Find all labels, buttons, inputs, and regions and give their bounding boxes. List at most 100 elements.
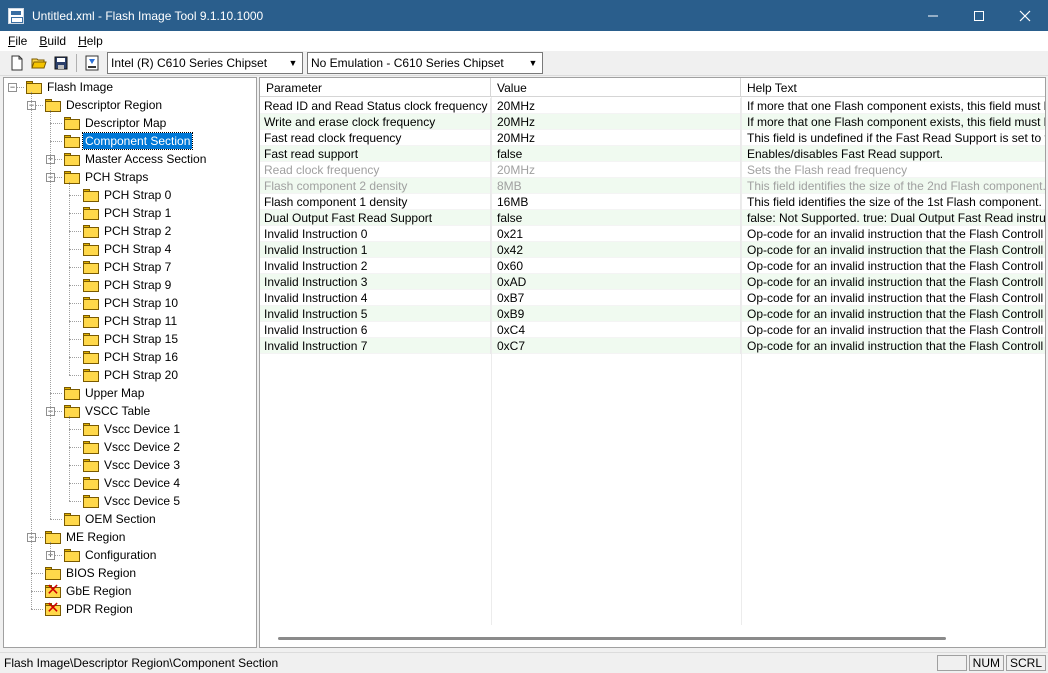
column-header-parameter[interactable]: Parameter	[260, 78, 491, 97]
folder-disabled-icon: ✕	[45, 599, 61, 617]
maximize-button[interactable]	[956, 0, 1002, 31]
chipset-select[interactable]: Intel (R) C610 Series Chipset ▼	[107, 52, 303, 74]
folder-icon	[83, 332, 99, 346]
tree-node-label: PCH Strap 15	[104, 332, 179, 346]
help-text-cell: Op-code for an invalid instruction that …	[747, 323, 1044, 337]
tree-node[interactable]: Master Access Section	[64, 150, 208, 168]
tree-node[interactable]: PCH Straps	[64, 168, 150, 186]
table-row[interactable]: Dual Output Fast Read Support false false:…	[260, 210, 1045, 226]
table-row[interactable]: Invalid Instruction 6 0xC4 Op-code for an …	[260, 322, 1045, 338]
value-cell[interactable]: 0xC4	[491, 322, 741, 338]
tree-node[interactable]: Vscc Device 5	[83, 492, 182, 510]
table-row[interactable]: Invalid Instruction 5 0xB9 Op-code for an …	[260, 306, 1045, 322]
tree-node[interactable]: Vscc Device 2	[83, 438, 182, 456]
close-button[interactable]	[1002, 0, 1048, 31]
value-cell[interactable]: 0xC7	[491, 338, 741, 354]
tree-node[interactable]: PCH Strap 15	[83, 330, 180, 348]
table-row[interactable]: Invalid Instruction 0 0x21 Op-code for an …	[260, 226, 1045, 242]
tree-connector	[31, 573, 43, 574]
tree-node[interactable]: ✕ GbE Region	[45, 582, 133, 600]
value-cell[interactable]: 20MHz	[491, 114, 741, 130]
tree-node[interactable]: VSCC Table	[64, 402, 152, 420]
table-row[interactable]: Flash component 1 density 16MB This field …	[260, 194, 1045, 210]
table-row[interactable]: Fast read support false Enables/disables F…	[260, 146, 1045, 162]
tree-node[interactable]: PCH Strap 9	[83, 276, 173, 294]
tree-node[interactable]: PCH Strap 2	[83, 222, 173, 240]
value-cell[interactable]: 20MHz	[491, 98, 741, 114]
tree-node[interactable]: OEM Section	[64, 510, 158, 528]
title-bar: Untitled.xml - Flash Image Tool 9.1.10.1…	[0, 0, 1048, 31]
tree-connector	[69, 195, 81, 196]
tree-node-label: Vscc Device 3	[104, 458, 181, 472]
help-text-cell: Op-code for an invalid instruction that …	[747, 307, 1044, 321]
value-cell[interactable]: 20MHz	[491, 130, 741, 146]
table-row[interactable]: Invalid Instruction 1 0x42 Op-code for an …	[260, 242, 1045, 258]
table-row[interactable]: Write and erase clock frequency 20MHz If m…	[260, 114, 1046, 130]
column-header-value[interactable]: Value	[491, 78, 741, 97]
table-row[interactable]: Invalid Instruction 3 0xAD Op-code for an …	[260, 274, 1045, 290]
tree-node[interactable]: Configuration	[64, 546, 158, 564]
tree-node[interactable]: ✕ PDR Region	[45, 600, 135, 618]
value-cell[interactable]: 0x60	[491, 258, 741, 274]
table-row[interactable]: Read ID and Read Status clock frequency 2…	[260, 98, 1046, 114]
menu-file[interactable]: File	[2, 34, 33, 48]
build-image-button[interactable]	[81, 52, 103, 74]
tree-connector	[69, 375, 81, 376]
emulation-select[interactable]: No Emulation - C610 Series Chipset ▼	[307, 52, 543, 74]
value-cell[interactable]: 8MB	[491, 178, 741, 194]
table-row[interactable]: Invalid Instruction 2 0x60 Op-code for an …	[260, 258, 1045, 274]
menu-help[interactable]: Help	[72, 34, 109, 48]
value-cell[interactable]: 0x42	[491, 242, 741, 258]
table-row[interactable]: Fast read clock frequency 20MHz This field…	[260, 130, 1046, 146]
tree-node[interactable]: Upper Map	[64, 384, 146, 402]
help-text-cell: Enables/disables Fast Read support.	[747, 147, 944, 161]
tree-node[interactable]: Flash Image	[26, 78, 115, 96]
column-header-help-text[interactable]: Help Text	[741, 78, 1045, 97]
tree-node[interactable]: BIOS Region	[45, 564, 138, 582]
tree-node[interactable]: Descriptor Map	[64, 114, 168, 132]
tree-node-label: PCH Strap 7	[104, 260, 172, 274]
tree-node[interactable]: PCH Strap 1	[83, 204, 173, 222]
table-row[interactable]: Read clock frequency 20MHz Sets the Flash …	[260, 162, 1045, 178]
value-cell[interactable]: 0xB9	[491, 306, 741, 322]
tree-node[interactable]: Vscc Device 4	[83, 474, 182, 492]
tree-node-label: Master Access Section	[85, 152, 207, 166]
table-row[interactable]: Invalid Instruction 7 0xC7 Op-code for an …	[260, 338, 1045, 354]
table-row[interactable]: Flash component 2 density 8MB This field i…	[260, 178, 1045, 194]
tree-node[interactable]: PCH Strap 16	[83, 348, 180, 366]
help-text-cell: This field is undefined if the Fast Read…	[747, 131, 1046, 145]
folder-icon	[64, 548, 80, 562]
help-text-cell: Op-code for an invalid instruction that …	[747, 259, 1044, 273]
tree-node[interactable]: Vscc Device 3	[83, 456, 182, 474]
tree-node[interactable]: PCH Strap 10	[83, 294, 180, 312]
tree-connector	[50, 141, 62, 142]
open-file-button[interactable]	[28, 52, 50, 74]
value-cell[interactable]: 16MB	[491, 194, 741, 210]
folder-icon	[64, 116, 80, 130]
save-button[interactable]	[50, 52, 72, 74]
tree-node[interactable]: ME Region	[45, 528, 127, 546]
new-file-button[interactable]	[6, 52, 28, 74]
tree-node[interactable]: PCH Strap 20	[83, 366, 180, 384]
horizontal-scrollbar[interactable]	[278, 637, 946, 640]
folder-icon	[83, 368, 99, 382]
tree-node[interactable]: PCH Strap 0	[83, 186, 173, 204]
tree-node[interactable]: Descriptor Region	[45, 96, 164, 114]
tree-node[interactable]: PCH Strap 4	[83, 240, 173, 258]
value-cell[interactable]: 0x21	[491, 226, 741, 242]
tree-node[interactable]: PCH Strap 7	[83, 258, 173, 276]
tree-node[interactable]: Component Section	[64, 132, 194, 150]
tree-node[interactable]: Vscc Device 1	[83, 420, 182, 438]
menu-build[interactable]: Build	[33, 34, 72, 48]
minimize-button[interactable]	[910, 0, 956, 31]
help-text-cell: If more that one Flash component exists,…	[747, 115, 1046, 129]
tree-node[interactable]: PCH Strap 11	[83, 312, 179, 330]
help-text-cell: If more that one Flash component exists,…	[747, 99, 1046, 113]
value-cell[interactable]: false	[491, 210, 741, 226]
collapse-icon[interactable]: −	[8, 83, 17, 92]
value-cell[interactable]: 20MHz	[491, 162, 741, 178]
value-cell[interactable]: false	[491, 146, 741, 162]
value-cell[interactable]: 0xAD	[491, 274, 741, 290]
table-row[interactable]: Invalid Instruction 4 0xB7 Op-code for an …	[260, 290, 1045, 306]
value-cell[interactable]: 0xB7	[491, 290, 741, 306]
